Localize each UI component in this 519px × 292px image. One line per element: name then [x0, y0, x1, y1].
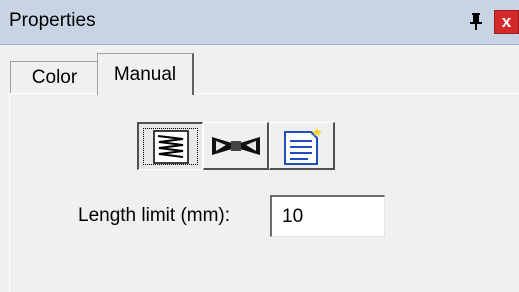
tab-color[interactable]: Color [10, 61, 99, 94]
length-limit-input[interactable] [270, 195, 385, 237]
document-mode-button[interactable] [269, 122, 335, 170]
bowtie-icon [211, 136, 260, 155]
tab-strip: Color Manual [0, 45, 519, 95]
spring-mode-button[interactable] [137, 122, 203, 170]
tab-color-label: Color [31, 67, 78, 88]
pin-icon[interactable] [467, 11, 485, 31]
document-new-icon [283, 127, 322, 165]
panel-title: Properties [9, 10, 96, 31]
tab-manual[interactable]: Manual [97, 53, 194, 95]
panel-titlebar: Properties x [0, 0, 519, 45]
tab-manual-label: Manual [113, 63, 177, 85]
close-button[interactable]: x [494, 10, 519, 34]
tab-joint [98, 92, 192, 95]
bowtie-mode-button[interactable] [203, 122, 269, 170]
length-limit-label: Length limit (mm): [78, 205, 231, 226]
close-label: x [501, 12, 512, 31]
focus-rect [143, 128, 198, 165]
